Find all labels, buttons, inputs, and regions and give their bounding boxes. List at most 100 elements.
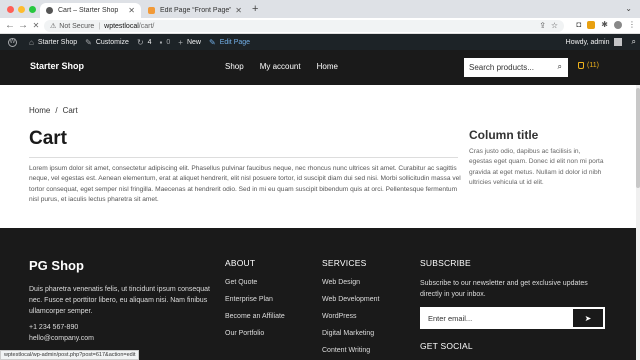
- url-separator: |: [98, 22, 101, 30]
- minimize-window-button[interactable]: [18, 6, 25, 13]
- footer-about-column: ABOUT Get Quote Enterprise Plan Become a…: [225, 258, 285, 347]
- footer-subscribe-heading: SUBSCRIBE: [420, 258, 471, 268]
- security-label[interactable]: Not Secure: [59, 23, 94, 30]
- address-bar[interactable]: ⚠ Not Secure | wptestlocal /cart/ ⇪ ☆: [44, 20, 564, 32]
- footer-link-digital-marketing[interactable]: Digital Marketing: [322, 330, 379, 337]
- search-icon[interactable]: ⌕: [558, 62, 562, 72]
- back-button[interactable]: ←: [4, 20, 16, 31]
- footer-link-web-development[interactable]: Web Development: [322, 296, 379, 303]
- status-bar-url: wptestlocal/wp-admin/post.php?post=617&a…: [0, 350, 140, 360]
- wp-admin-bar: W ⌂ Starter Shop ✎ Customize ↻ 4 ▪ 0 + N…: [0, 34, 640, 50]
- profile-avatar[interactable]: [614, 20, 622, 29]
- share-icon[interactable]: ⇪: [539, 21, 546, 30]
- comments-count: 0: [166, 38, 171, 46]
- product-search-input[interactable]: Search products... ⌕: [464, 58, 568, 77]
- tab-label: Cart – Starter Shop: [58, 7, 119, 14]
- puzzle-icon[interactable]: ✱: [601, 20, 608, 29]
- sidebar-text: Cras justo odio, dapibus ac facilisis in…: [469, 148, 604, 186]
- updates-link[interactable]: ↻ 4: [137, 38, 152, 47]
- extension-icons: ◘ ✱ ⋮: [576, 20, 636, 29]
- stop-loading-button[interactable]: ✕: [30, 21, 42, 30]
- wp-logo-menu[interactable]: W: [8, 37, 21, 47]
- footer-link-web-design[interactable]: Web Design: [322, 279, 379, 286]
- page-body-text: Lorem ipsum dolor sit amet, consectetur …: [29, 165, 461, 203]
- updates-count: 4: [147, 38, 152, 46]
- site-footer: PG Shop Duis pharetra venenatis felis, u…: [0, 228, 640, 360]
- camera-icon[interactable]: ◘: [576, 20, 581, 29]
- wordpress-favicon-icon: [46, 7, 53, 14]
- close-window-button[interactable]: [7, 6, 14, 13]
- pencil-icon: ✎: [208, 37, 216, 47]
- breadcrumb-home[interactable]: Home: [29, 106, 50, 115]
- browser-toolbar: ← → ✕ ⚠ Not Secure | wptestlocal /cart/ …: [0, 18, 640, 34]
- new-label: New: [186, 38, 201, 46]
- footer-social-heading: GET SOCIAL: [420, 341, 473, 351]
- browser-tab-bar: Cart – Starter Shop ✕ Edit Page “Front P…: [0, 0, 640, 18]
- footer-brand: PG Shop: [29, 258, 84, 273]
- footer-email[interactable]: hello@company.com: [29, 335, 94, 342]
- shopping-bag-icon: [578, 62, 584, 69]
- footer-phone[interactable]: +1 234 567-890: [29, 324, 78, 331]
- warning-icon: ⚠: [50, 23, 57, 30]
- nav-item-shop[interactable]: Shop: [225, 62, 244, 71]
- tab-edit-page[interactable]: Edit Page “Front Page” ‹ Starter ✕: [142, 3, 248, 18]
- customize-link[interactable]: ✎ Customize: [85, 38, 129, 47]
- site-favicon-icon: [148, 7, 155, 14]
- sidebar-title: Column title: [469, 128, 539, 142]
- footer-link-wordpress[interactable]: WordPress: [322, 313, 379, 320]
- site-header: Starter Shop Shop My account Home Search…: [0, 50, 640, 85]
- cart-button[interactable]: (11): [578, 62, 599, 69]
- email-placeholder: Enter email...: [428, 313, 473, 323]
- close-tab-icon[interactable]: ✕: [128, 6, 135, 15]
- subscribe-send-button[interactable]: ➤: [573, 309, 603, 327]
- edit-page-label: Edit Page: [219, 38, 251, 46]
- tab-search-icon[interactable]: ⌄: [625, 4, 632, 13]
- primary-nav: Shop My account Home: [225, 62, 338, 71]
- maximize-window-button[interactable]: [29, 6, 36, 13]
- breadcrumb-current: Cart: [62, 106, 78, 115]
- paintbrush-icon: ✎: [85, 37, 92, 47]
- title-divider: [29, 157, 458, 158]
- account-menu[interactable]: Howdy, admin ⌕: [566, 34, 636, 50]
- footer-services-column: SERVICES Web Design Web Development Word…: [322, 258, 379, 360]
- footer-link-enterprise-plan[interactable]: Enterprise Plan: [225, 296, 285, 303]
- updates-icon: ↻: [136, 37, 144, 47]
- new-tab-button[interactable]: +: [252, 3, 258, 15]
- nav-item-home[interactable]: Home: [317, 62, 338, 71]
- forward-button[interactable]: →: [17, 20, 29, 31]
- url-path: /cart/: [138, 22, 155, 30]
- nav-item-my-account[interactable]: My account: [260, 62, 301, 71]
- footer-description: Duis pharetra venenatis felis, ut tincid…: [29, 286, 210, 315]
- edit-page-link[interactable]: ✎ Edit Page: [209, 38, 250, 47]
- tab-label: Edit Page “Front Page” ‹ Starter: [160, 7, 232, 14]
- subscribe-description: Subscribe to our newsletter and get excl…: [420, 280, 588, 298]
- avatar: [613, 38, 622, 46]
- footer-subscribe-column: SUBSCRIBE: [420, 258, 471, 279]
- site-name-menu[interactable]: ⌂ Starter Shop: [29, 38, 77, 47]
- footer-link-get-quote[interactable]: Get Quote: [225, 279, 285, 286]
- send-arrow-icon: ➤: [584, 313, 592, 323]
- bookmark-star-icon[interactable]: ☆: [551, 21, 558, 30]
- new-content-menu[interactable]: + New: [178, 38, 201, 47]
- page-title: Cart: [29, 128, 68, 149]
- url-host: wptestlocal: [104, 22, 139, 30]
- kebab-menu-icon[interactable]: ⋮: [628, 20, 636, 29]
- wordpress-logo-icon: W: [8, 37, 17, 47]
- footer-link-become-affiliate[interactable]: Become an Affiliate: [225, 313, 285, 320]
- search-icon[interactable]: ⌕: [632, 37, 636, 47]
- footer-link-our-portfolio[interactable]: Our Portfolio: [225, 330, 285, 337]
- site-name-label: Starter Shop: [37, 38, 78, 46]
- breadcrumb-separator: /: [55, 106, 58, 115]
- subscribe-email-input[interactable]: Enter email... ➤: [420, 307, 605, 329]
- search-placeholder: Search products...: [469, 63, 534, 72]
- customize-label: Customize: [95, 38, 129, 46]
- close-tab-icon[interactable]: ✕: [235, 6, 242, 15]
- comments-link[interactable]: ▪ 0: [160, 38, 171, 47]
- tab-cart[interactable]: Cart – Starter Shop ✕: [40, 3, 141, 18]
- site-brand[interactable]: Starter Shop: [30, 61, 84, 71]
- home-dashboard-icon: ⌂: [29, 37, 34, 47]
- extension-icon[interactable]: [587, 20, 596, 29]
- breadcrumb: Home / Cart: [29, 106, 78, 115]
- scrollbar-thumb[interactable]: [636, 88, 640, 188]
- footer-link-content-writing[interactable]: Content Writing: [322, 347, 379, 354]
